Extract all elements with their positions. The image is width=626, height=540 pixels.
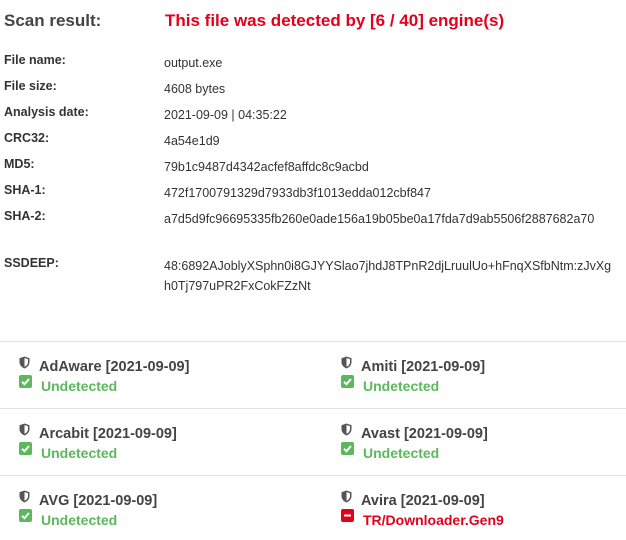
- shield-icon: [341, 356, 352, 374]
- engine-status: TR/Downloader.Gen9: [363, 511, 504, 528]
- file-info-table: File name: output.exe File size: 4608 by…: [4, 53, 620, 306]
- divider: [0, 475, 626, 476]
- info-row-sha2: SHA-2: a7d5d9fc96695335fb260e0ade156a19b…: [4, 209, 620, 259]
- info-value: 79b1c9487d4342acfef8affdc8c9acbd: [164, 160, 369, 174]
- info-row-file-name: File name: output.exe: [4, 53, 620, 82]
- info-value: 472f1700791329d7933db3f1013edda012cbf847: [164, 186, 431, 200]
- engine-name: AVG [2021-09-09]: [39, 492, 158, 509]
- info-key: File size:: [4, 79, 57, 93]
- engine-name: Avast [2021-09-09]: [361, 425, 488, 442]
- info-value: 48:6892AJoblyXSphn0i8GJYYSlao7jhdJ8TPnR2…: [164, 259, 612, 293]
- detection-summary: This file was detected by [6 / 40] engin…: [165, 11, 505, 30]
- info-key: Analysis date:: [4, 105, 89, 119]
- engine-name: Amiti [2021-09-09]: [361, 358, 486, 375]
- shield-icon: [19, 356, 30, 374]
- shield-icon: [341, 490, 352, 508]
- engine-name: AdAware [2021-09-09]: [39, 358, 190, 375]
- info-key: SSDEEP:: [4, 256, 59, 270]
- engine-result-arcabit: Arcabit [2021-09-09] Undetected: [19, 423, 299, 469]
- check-icon: [19, 375, 32, 393]
- engine-result-avg: AVG [2021-09-09] Undetected: [19, 490, 299, 536]
- info-value: output.exe: [164, 56, 223, 70]
- shield-icon: [341, 423, 352, 441]
- engine-result-avira: Avira [2021-09-09] TR/Downloader.Gen9: [341, 490, 621, 536]
- info-value: 4608 bytes: [164, 82, 226, 96]
- info-value: 2021-09-09 | 04:35:22: [164, 108, 287, 122]
- engine-status: Undetected: [41, 511, 118, 528]
- info-value: a7d5d9fc96695335fb260e0ade156a19b05be0a1…: [164, 212, 595, 226]
- shield-icon: [19, 490, 30, 508]
- engine-result-amiti: Amiti [2021-09-09] Undetected: [341, 356, 621, 402]
- info-row-sha1: SHA-1: 472f1700791329d7933db3f1013edda01…: [4, 183, 620, 212]
- info-row-md5: MD5: 79b1c9487d4342acfef8affdc8c9acbd: [4, 157, 620, 186]
- minus-icon: [341, 509, 354, 527]
- engine-status: Undetected: [41, 377, 118, 394]
- info-row-crc32: CRC32: 4a54e1d9: [4, 131, 620, 160]
- engine-status: Undetected: [363, 444, 440, 461]
- info-key: SHA-2:: [4, 209, 46, 223]
- info-key: File name:: [4, 53, 66, 67]
- check-icon: [19, 442, 32, 460]
- engine-name: Arcabit [2021-09-09]: [39, 425, 177, 442]
- info-value: 4a54e1d9: [164, 134, 220, 148]
- check-icon: [341, 442, 354, 460]
- info-key: CRC32:: [4, 131, 50, 145]
- info-row-ssdeep: SSDEEP: 48:6892AJoblyXSphn0i8GJYYSlao7jh…: [4, 256, 620, 306]
- engine-result-avast: Avast [2021-09-09] Undetected: [341, 423, 621, 469]
- scan-result-label: Scan result:: [4, 11, 102, 30]
- check-icon: [19, 509, 32, 527]
- check-icon: [341, 375, 354, 393]
- scan-result-header: Scan result: This file was detected by […: [4, 8, 624, 40]
- divider: [0, 408, 626, 409]
- info-row-analysis-date: Analysis date: 2021-09-09 | 04:35:22: [4, 105, 620, 134]
- engine-name: Avira [2021-09-09]: [361, 492, 485, 509]
- info-key: MD5:: [4, 157, 35, 171]
- engine-status: Undetected: [363, 377, 440, 394]
- info-row-file-size: File size: 4608 bytes: [4, 79, 620, 108]
- divider: [0, 341, 626, 342]
- info-key: SHA-1:: [4, 183, 46, 197]
- engine-status: Undetected: [41, 444, 118, 461]
- shield-icon: [19, 423, 30, 441]
- engine-result-adaware: AdAware [2021-09-09] Undetected: [19, 356, 299, 402]
